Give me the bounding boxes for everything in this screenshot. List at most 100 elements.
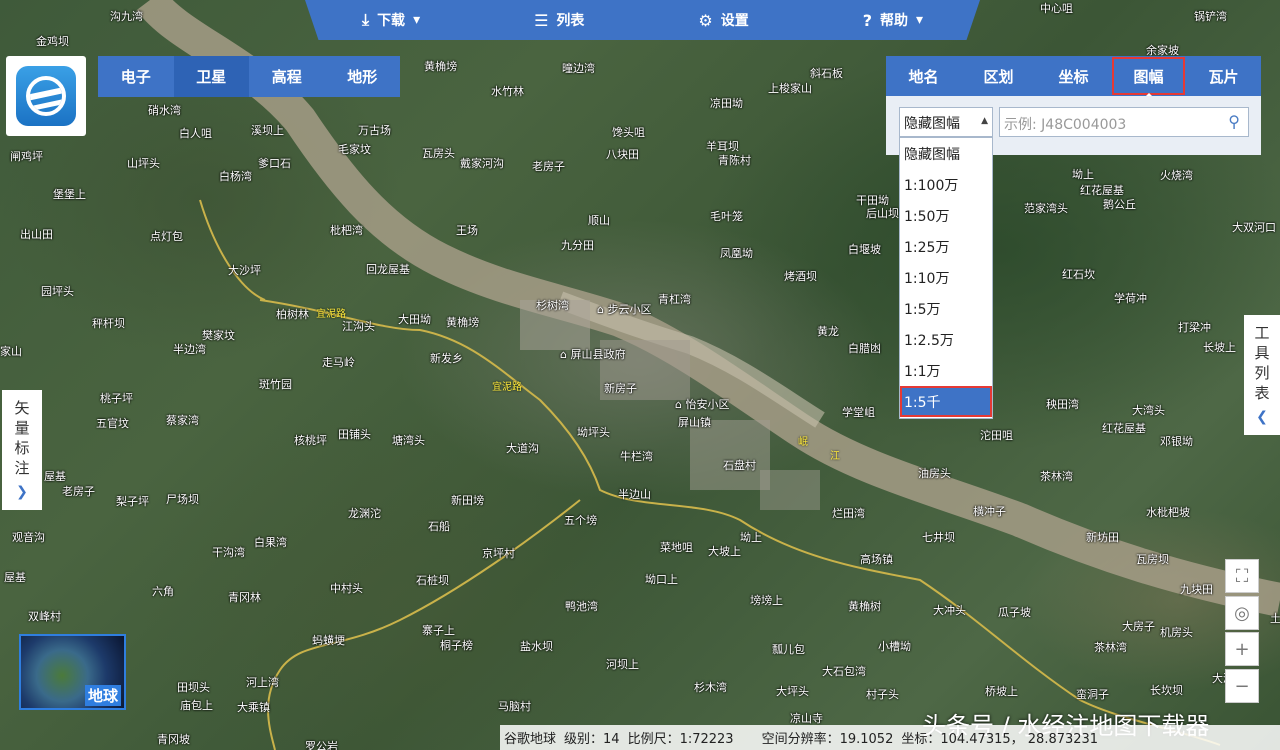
place-label: 凤凰坳 (720, 247, 753, 260)
place-label: 青陈村 (718, 154, 751, 167)
place-label: 坳口上 (645, 573, 678, 586)
place-label: 菜地咀 (660, 541, 693, 554)
place-label: 沟九湾 (110, 10, 143, 23)
place-label: 塝塝上 (750, 594, 783, 607)
place-label: 爹口石 (258, 157, 291, 170)
place-label: 蔡家湾 (166, 414, 199, 427)
help-label: 帮助 (879, 13, 908, 29)
place-label: 大双河口 (1232, 221, 1276, 234)
tab-map-sheet[interactable]: 图幅 (1111, 56, 1186, 96)
option-1-1000000[interactable]: 1:100万 (900, 169, 992, 200)
list-icon: ☰ (534, 10, 549, 30)
tab-tile[interactable]: 瓦片 (1186, 56, 1261, 96)
tab-elevation[interactable]: 高程 (249, 56, 325, 97)
place-label: 横冲子 (973, 505, 1006, 518)
place-label: 杉树湾 (536, 299, 569, 312)
place-label: 长坎坝 (1150, 684, 1183, 697)
place-label: 水枇杷坡 (1146, 506, 1190, 519)
place-label: 山坪头 (127, 157, 160, 170)
poi-label[interactable]: ⌂ 屏山县政府 (560, 346, 625, 362)
select-value: 隐藏图幅 (904, 116, 960, 132)
place-label: 秧田湾 (1046, 398, 1079, 411)
road-label: 岷 (798, 437, 808, 448)
option-hide-sheet[interactable]: 隐藏图幅 (900, 138, 992, 169)
zoom-out-button[interactable]: − (1225, 669, 1259, 703)
place-label: 杉木湾 (694, 681, 727, 694)
poi-label[interactable]: ⌂ 怡安小区 (675, 396, 729, 412)
place-label: 水竹林 (491, 85, 524, 98)
place-label: 石船 (428, 520, 450, 533)
place-label: 园坪头 (41, 285, 74, 298)
locate-button[interactable]: ◎ (1225, 596, 1259, 630)
place-label: 火烧湾 (1160, 169, 1193, 182)
search-input[interactable]: 示例: J48C004003 ⚲ (999, 107, 1249, 137)
tool-list-char: 列 (1254, 364, 1270, 382)
download-menu[interactable]: ⤓ 下载 ▾ (362, 10, 420, 30)
app-logo[interactable] (6, 56, 86, 136)
tool-list-toggle[interactable]: 工 具 列 表 ❮ (1244, 315, 1280, 435)
place-label: 罗公岩 (305, 740, 338, 750)
place-label: 干沟湾 (212, 546, 245, 559)
place-label: 家山 (0, 345, 22, 358)
help-menu[interactable]: ? 帮助 ▾ (863, 10, 923, 30)
road-label: 江 (830, 451, 840, 462)
list-button[interactable]: ☰ 列表 (534, 10, 584, 30)
place-label: 红花屋基 (1102, 422, 1146, 435)
place-label: 邓银坳 (1160, 435, 1193, 448)
place-label: 黄桷树 (848, 600, 881, 613)
place-label: 坳坪头 (577, 426, 610, 439)
place-label: 万古场 (358, 124, 391, 137)
tab-coordinate[interactable]: 坐标 (1036, 56, 1111, 96)
status-source: 谷歌地球 (504, 732, 557, 747)
place-label: 樊家坟 (202, 329, 235, 342)
place-label: 坳上 (740, 531, 762, 544)
place-label: 新田塝 (451, 494, 484, 507)
poi-label[interactable]: ⌂ 步云小区 (597, 301, 651, 317)
place-label: 江沟头 (342, 320, 375, 333)
chevron-right-icon: ❯ (16, 484, 28, 500)
fullscreen-button[interactable]: ⛶ (1225, 559, 1259, 593)
tab-terrain[interactable]: 地形 (325, 56, 401, 97)
search-icon[interactable]: ⚲ (1228, 112, 1240, 131)
plus-icon: + (1234, 638, 1250, 660)
tab-place-name[interactable]: 地名 (886, 56, 961, 96)
vector-label-toggle[interactable]: 矢 量 标 注 ❯ (2, 390, 42, 510)
place-label: 尸场坝 (166, 493, 199, 506)
option-1-10000[interactable]: 1:1万 (900, 355, 992, 386)
minus-icon: − (1234, 675, 1250, 697)
tab-satellite[interactable]: 卫星 (173, 56, 249, 97)
place-label: 坳上 (1072, 168, 1094, 181)
option-1-5000[interactable]: 1:5千 (900, 386, 992, 417)
settings-button[interactable]: ⚙ 设置 (698, 10, 748, 30)
place-label: 凉田坳 (710, 97, 743, 110)
place-label: 后山坝 (866, 207, 899, 220)
option-1-50000[interactable]: 1:5万 (900, 293, 992, 324)
place-label: 上梭家山 (768, 82, 812, 95)
sheet-scale-select[interactable]: 隐藏图幅 ▲ (899, 107, 993, 137)
place-label: 机房头 (1160, 626, 1193, 639)
option-1-25000[interactable]: 1:2.5万 (900, 324, 992, 355)
option-1-500000[interactable]: 1:50万 (900, 200, 992, 231)
place-label: 学堂岨 (842, 406, 875, 419)
globe-view-thumbnail[interactable]: 地球 (19, 634, 126, 710)
zoom-in-button[interactable]: + (1225, 632, 1259, 666)
place-label: 鹅公丘 (1103, 198, 1136, 211)
locate-icon: ◎ (1234, 602, 1250, 624)
place-label: 打梁冲 (1178, 321, 1211, 334)
place-label: 硝水湾 (148, 104, 181, 117)
place-label: 新发乡 (430, 352, 463, 365)
place-label: 村子头 (866, 688, 899, 701)
place-label: 八块田 (606, 148, 639, 161)
option-1-100000[interactable]: 1:10万 (900, 262, 992, 293)
place-label: 油房头 (918, 467, 951, 480)
place-label: 回龙屋基 (366, 263, 410, 276)
tab-district[interactable]: 区划 (961, 56, 1036, 96)
download-label: 下载 (377, 13, 406, 29)
tab-electronic[interactable]: 电子 (98, 56, 174, 97)
place-label: 半边山 (618, 488, 651, 501)
place-label: 高场镇 (860, 553, 893, 566)
place-label: 柏树林 (276, 308, 309, 321)
option-1-250000[interactable]: 1:25万 (900, 231, 992, 262)
place-label: 屋基 (4, 571, 26, 584)
place-label: 学荷冲 (1114, 292, 1147, 305)
